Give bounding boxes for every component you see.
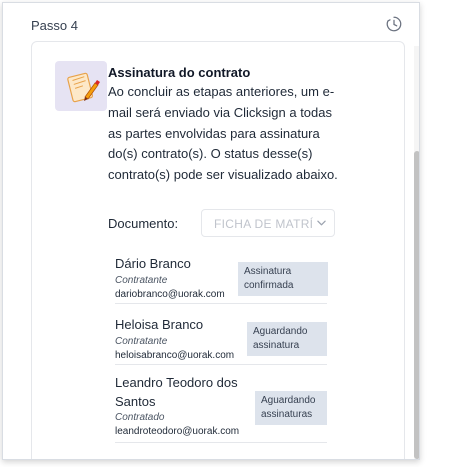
step-title: Assinatura do contrato	[108, 65, 251, 80]
chevron-down-icon	[317, 220, 326, 226]
contract-signature-icon	[55, 61, 107, 111]
scrollbar-thumb[interactable]	[414, 151, 419, 459]
step-panel: Passo 4 Assinatura do contrato Ao conclu…	[2, 2, 420, 460]
document-label: Documento:	[108, 216, 179, 231]
signer-name: Leandro Teodoro dos Santos	[115, 375, 238, 409]
clock-icon[interactable]	[385, 15, 403, 33]
status-badge: Assinatura confirmada	[238, 262, 328, 296]
document-select[interactable]: FICHA DE MATRÍ	[201, 209, 335, 237]
status-badge: Aguardando assinatura	[247, 322, 327, 356]
step-header: Passo 4	[31, 15, 403, 37]
step-header-title: Passo 4	[31, 18, 78, 33]
document-select-value: FICHA DE MATRÍ	[214, 217, 314, 231]
signer-email: leandroteodoro@uorak.com	[115, 426, 240, 437]
step-description: Ao concluir as etapas anteriores, um e-m…	[108, 84, 338, 183]
status-badge: Aguardando assinaturas	[255, 391, 327, 425]
